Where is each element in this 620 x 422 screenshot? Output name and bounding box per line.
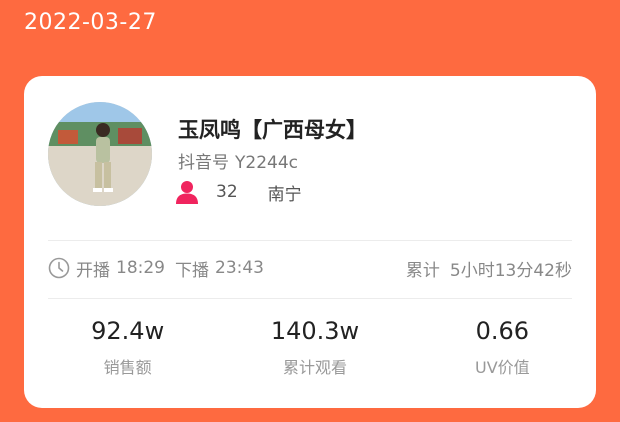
- douyin-id-label: 抖音号: [178, 153, 229, 173]
- divider: [48, 298, 572, 299]
- total-duration-label: 累计: [405, 260, 440, 281]
- stat-sales: 92.4w 销售额: [34, 316, 221, 378]
- start-label: 开播: [76, 260, 110, 281]
- stat-label: UV价值: [474, 358, 530, 377]
- profile-meta: 32 南宁: [174, 178, 302, 206]
- avatar[interactable]: [48, 102, 152, 206]
- douyin-id: 抖音号 Y2244c: [178, 148, 298, 173]
- end-time: 23:43: [215, 258, 264, 278]
- person-icon: [174, 179, 200, 205]
- end-label: 下播: [175, 260, 209, 281]
- stat-label: 销售额: [103, 358, 152, 377]
- stat-views: 140.3w 累计观看: [221, 316, 408, 378]
- divider: [48, 240, 572, 241]
- city-label: 南宁: [267, 184, 302, 205]
- stat-value: 0.66: [475, 317, 530, 345]
- total-duration: 5小时13分42秒: [449, 260, 572, 281]
- stat-label: 累计观看: [282, 358, 347, 377]
- start-time: 18:29: [116, 258, 165, 278]
- stat-value: 140.3w: [270, 317, 360, 345]
- stat-uv-value: 0.66 UV价值: [409, 316, 596, 378]
- live-time-row: 开播 18:29 下播 23:43 累计 5小时13分42秒: [48, 254, 572, 282]
- clock-icon: [48, 257, 70, 279]
- stats-row: 92.4w 销售额 140.3w 累计观看 0.66 UV价值: [24, 316, 596, 378]
- streamer-card[interactable]: 玉凤鸣【广西母女】 抖音号 Y2244c 32 南宁 开播 18:29 下播 23…: [24, 76, 596, 408]
- douyin-id-value: Y2244c: [235, 153, 298, 173]
- stat-value: 92.4w: [91, 317, 165, 345]
- date-header: 2022-03-27: [24, 10, 157, 35]
- follower-count: 32: [216, 182, 238, 202]
- streamer-name: 玉凤鸣【广西母女】: [178, 118, 367, 142]
